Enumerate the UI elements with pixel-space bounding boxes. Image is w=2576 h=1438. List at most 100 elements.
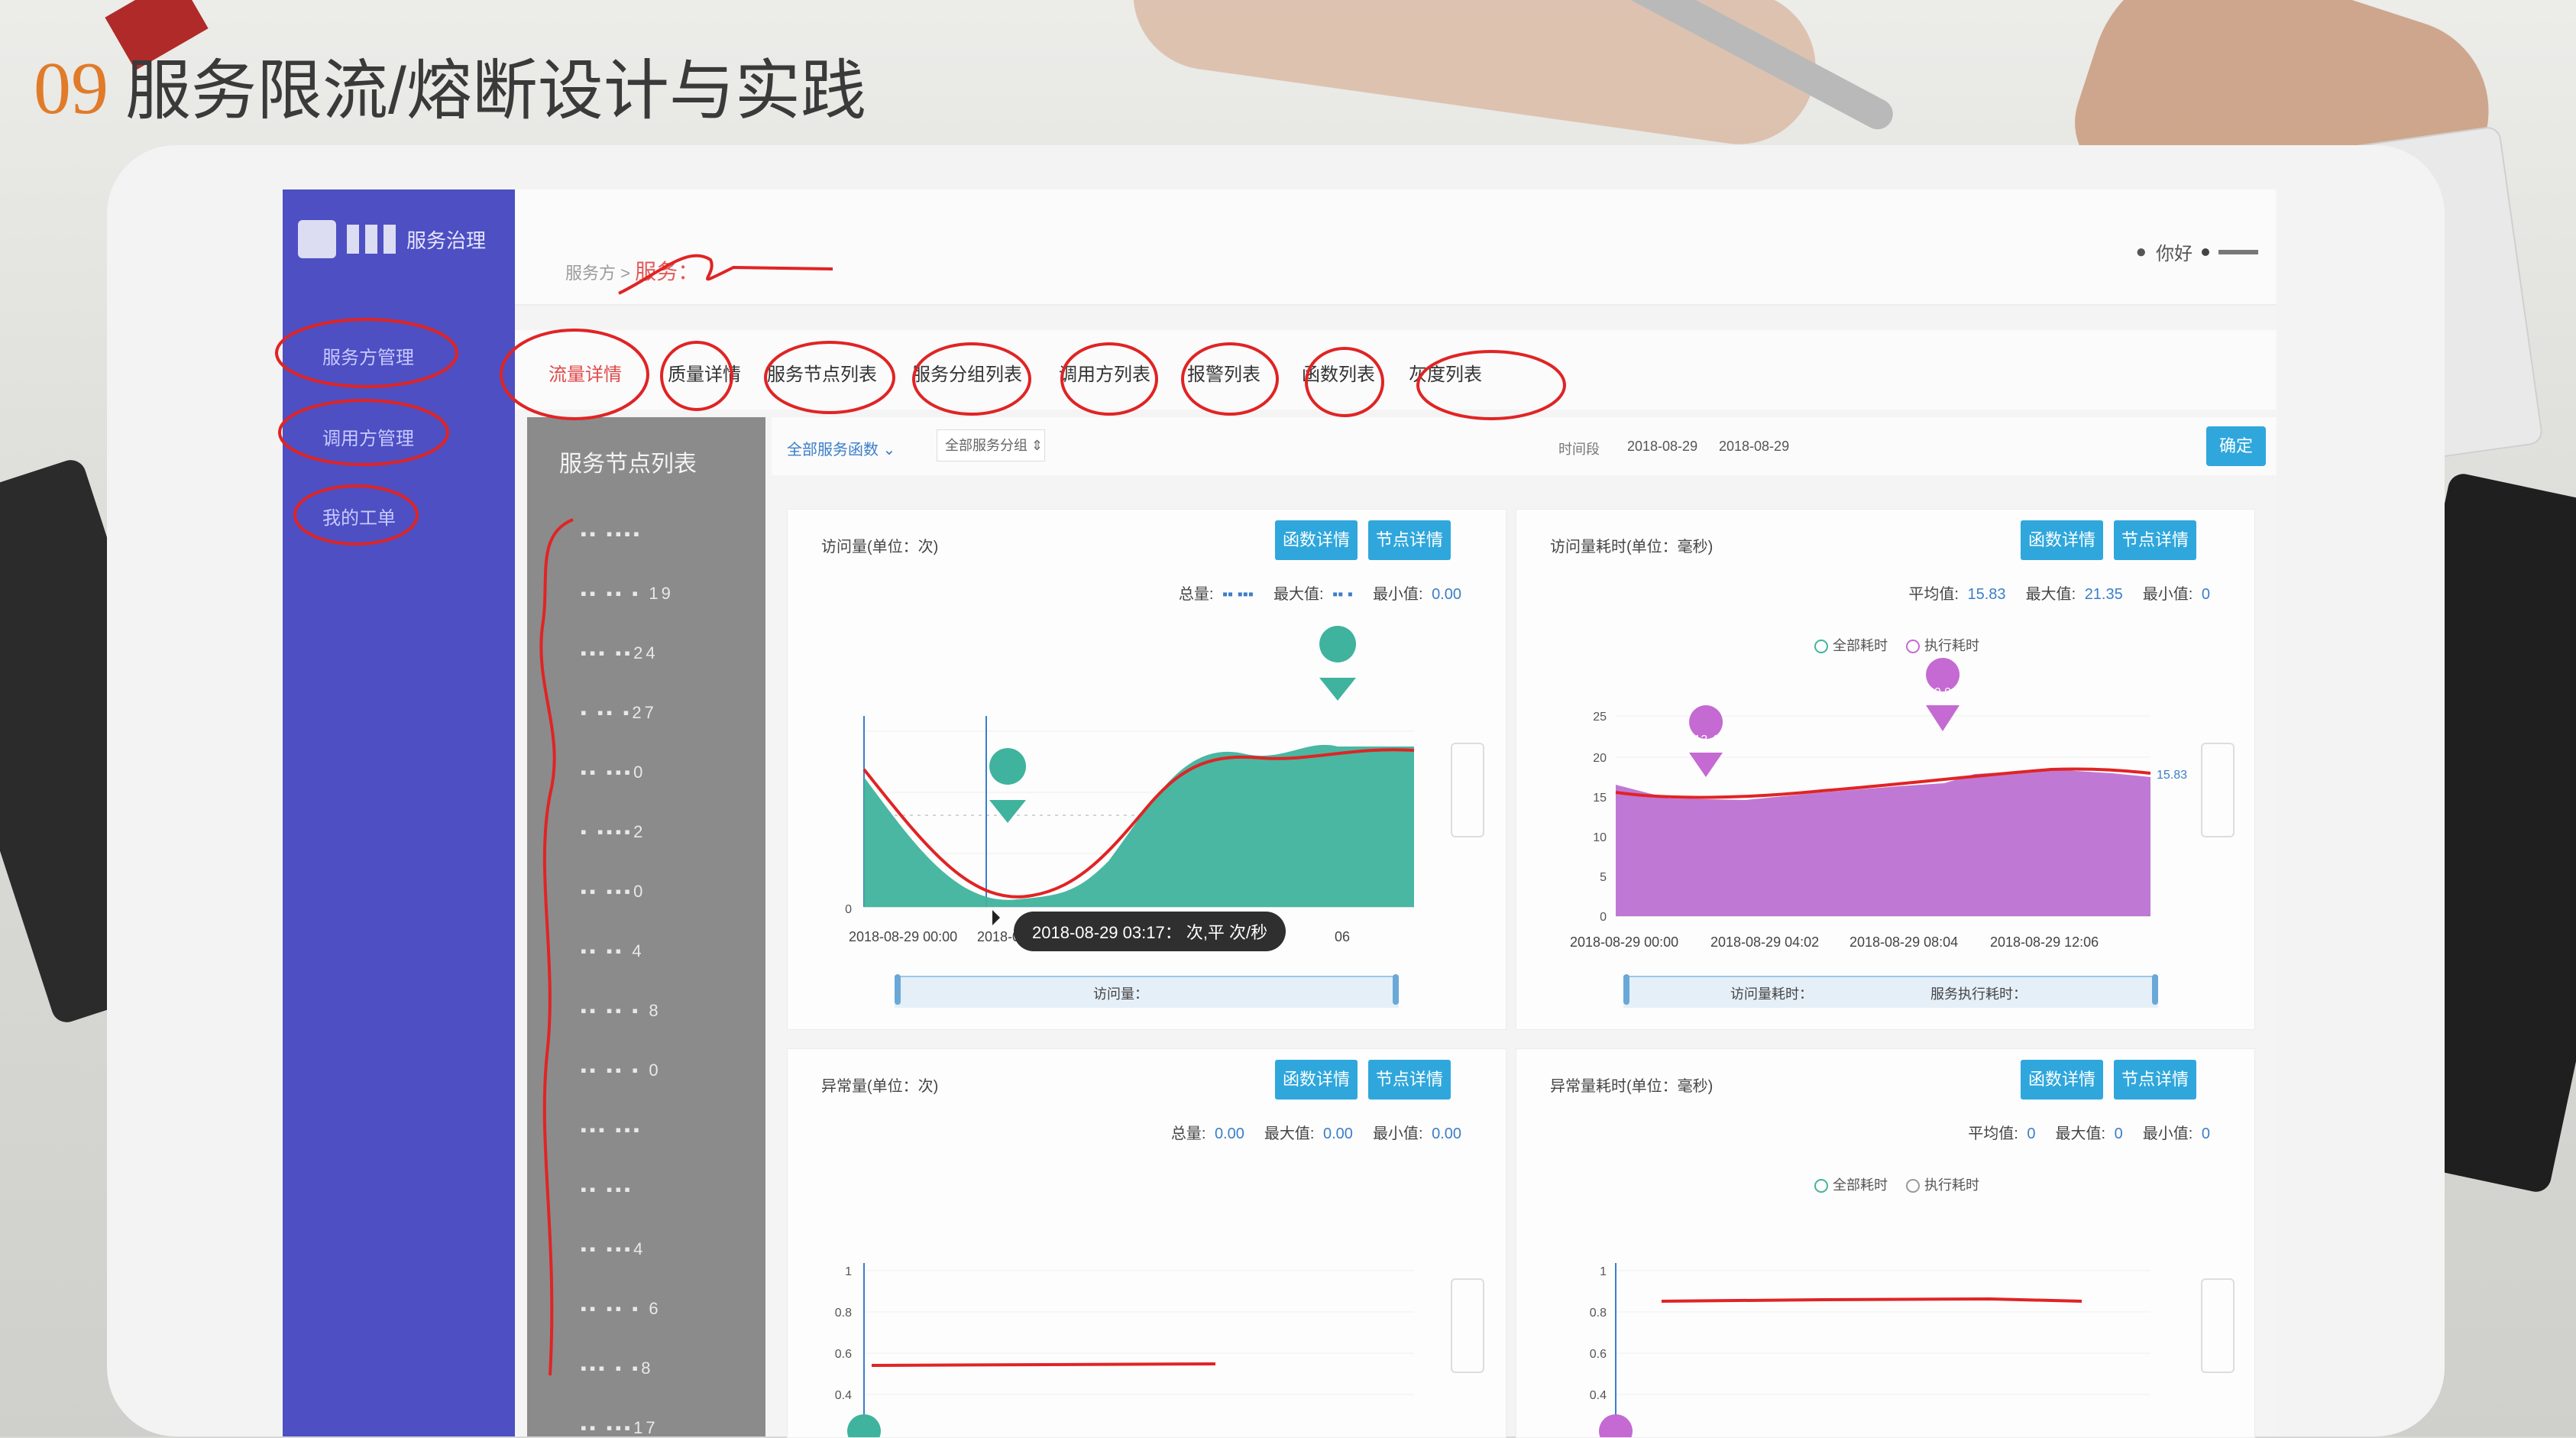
x-tick: 2018-08-29 08:04	[1849, 934, 1958, 950]
x-tick: 2018-08-29 12:06	[1990, 934, 2099, 950]
node-list-item[interactable]: ▪▪ ▪▪▪0	[581, 763, 646, 782]
scrubber-right-handle[interactable]	[1393, 974, 1399, 1005]
time-range-scrubber[interactable]	[1623, 974, 2158, 1008]
sidebar-item-provider[interactable]: 服务方管理	[322, 342, 414, 369]
breadcrumb-parent[interactable]: 服务方 >	[565, 264, 630, 283]
confirm-button[interactable]: 确定	[2206, 426, 2266, 466]
node-list-item[interactable]: ▪▪ ▪▪ ▪ 19	[581, 584, 674, 604]
node-list-panel: 服务节点列表 ▪▪ ▪▪▪▪ ▪▪ ▪▪ ▪ 19 ▪▪▪ ▪▪24 ▪ ▪▪ ▪27…	[527, 417, 765, 1438]
tab-quality[interactable]: 质量详情	[668, 359, 741, 386]
marker-icon	[1599, 1414, 1633, 1437]
avg-line-label: 15.83	[2157, 769, 2187, 782]
tab-alarms[interactable]: 报警列表	[1187, 359, 1260, 386]
min-marker-icon	[989, 748, 1027, 823]
node-list-item[interactable]: ▪▪ ▪▪▪	[581, 1180, 633, 1200]
tab-groups[interactable]: 服务分组列表	[912, 359, 1022, 386]
max-marker-icon	[1319, 626, 1357, 701]
node-list-item[interactable]: ▪▪ ▪▪ 4	[581, 941, 645, 961]
error-volume-chart[interactable]: 1 0.8 0.6 0.4	[788, 1049, 1506, 1437]
app-window: 服务治理 服务方管理 调用方管理 我的工单 服务方 > 服务： ● 你好 流量详…	[283, 189, 2277, 1438]
tab-bar: 流量详情 质量详情 服务节点列表 服务分组列表 调用方列表 报警列表 函数列表 …	[515, 330, 2277, 410]
node-list-item[interactable]: ▪▪▪ ▪▪▪	[581, 1120, 642, 1140]
node-list-item[interactable]: ▪▪▪ ▪ ▪8	[581, 1359, 653, 1378]
logo-bars-icon	[347, 225, 396, 254]
y-tick: 0.6	[835, 1348, 852, 1361]
logo-icon	[298, 220, 336, 258]
date-to-input[interactable]: 2018-08-29	[1719, 439, 1789, 455]
y-tick: 25	[1593, 711, 1607, 724]
logo-text: 服务治理	[406, 228, 487, 252]
logo: 服务治理	[298, 220, 486, 258]
tab-traffic[interactable]: 流量详情	[549, 359, 622, 386]
error-latency-chart[interactable]: 1 0.8 0.6 0.4	[1516, 1049, 2254, 1437]
access-volume-chart[interactable]: 0 2018-08-29 00:00 2018-08 06	[788, 510, 1506, 1029]
slide-title-text: 服务限流/熔断设计与实践	[125, 54, 866, 128]
y-tick: 0.4	[835, 1389, 852, 1402]
error-trend-line	[871, 1362, 1216, 1367]
node-list-title: 服务节点列表	[559, 452, 697, 477]
scrubber-legend-1: 访问量耗时：	[1730, 986, 1813, 1002]
y-tick: 0	[1600, 911, 1607, 924]
scrubber-left-handle[interactable]	[1623, 974, 1629, 1005]
user-icon: ●	[2135, 241, 2147, 262]
tab-nodes[interactable]: 服务节点列表	[767, 359, 877, 386]
node-list-item[interactable]: ▪▪ ▪▪ ▪ 6	[581, 1299, 662, 1319]
cursor-icon	[992, 910, 1000, 925]
download-icon[interactable]	[2201, 1278, 2235, 1373]
y-tick: 5	[1600, 871, 1607, 884]
marker-label: 13.4	[1694, 734, 1717, 747]
node-list-item[interactable]: ▪▪ ▪▪ ▪ 8	[581, 1001, 662, 1021]
download-icon[interactable]	[1451, 743, 1484, 837]
download-icon[interactable]	[2201, 743, 2235, 837]
y-tick: 20	[1593, 752, 1607, 765]
error-latency-trend-line	[1661, 1297, 2082, 1303]
tab-callers[interactable]: 调用方列表	[1059, 359, 1150, 386]
x-tick: 2018-08-29 00:00	[1570, 934, 1678, 950]
slide-title: 09 服务限流/熔断设计与实践	[34, 37, 866, 130]
function-select[interactable]: 全部服务函数 ⌄	[787, 437, 895, 459]
top-bar: 服务方 > 服务： ● 你好	[515, 189, 2277, 306]
sidebar-item-tickets[interactable]: 我的工单	[322, 503, 396, 530]
node-list-item[interactable]: ▪▪ ▪▪ ▪ 0	[581, 1061, 662, 1080]
node-list-item[interactable]: ▪▪ ▪▪▪4	[581, 1239, 646, 1259]
scrubber-left-handle[interactable]	[895, 974, 901, 1005]
card-error-latency: 异常量耗时(单位：毫秒) 函数详情 节点详情 平均值: 0 最大值: 0 最小值…	[1516, 1048, 2255, 1438]
tab-gray[interactable]: 灰度列表	[1409, 359, 1482, 386]
download-icon[interactable]	[1451, 1278, 1484, 1373]
latency-area	[1616, 769, 2150, 916]
tab-functions[interactable]: 函数列表	[1302, 359, 1375, 386]
node-list-item[interactable]: ▪▪▪ ▪▪24	[581, 643, 659, 663]
x-tick: 2018-08-29 00:00	[849, 929, 957, 944]
y-tick: 10	[1593, 831, 1607, 844]
y-tick: 0.8	[835, 1307, 852, 1320]
group-select[interactable]: 全部服务分组 ⇕	[937, 429, 1045, 462]
x-tick: 2018-08-29 04:02	[1710, 934, 1819, 950]
marker-icon	[847, 1414, 881, 1437]
chart-tooltip: 2018-08-29 03:17： 次,平 次/秒	[1014, 912, 1286, 951]
node-list-item[interactable]: ▪ ▪▪ ▪27	[581, 703, 657, 723]
breadcrumb: 服务方 > 服务：	[565, 255, 699, 286]
card-error-volume: 异常量(单位：次) 函数详情 节点详情 总量: 0.00 最大值: 0.00 最…	[787, 1048, 1506, 1438]
marker-label: 20.91	[1927, 686, 1958, 699]
volume-area	[864, 744, 1414, 907]
y-tick: 1	[1600, 1265, 1607, 1278]
node-list-item[interactable]: ▪▪ ▪▪▪0	[581, 882, 646, 902]
access-latency-chart[interactable]: 13.4 20.91 25 20 15 10 5 0 2018-08-29 00…	[1516, 510, 2254, 1029]
sidebar: 服务治理 服务方管理 调用方管理 我的工单	[283, 189, 515, 1436]
node-list-item[interactable]: ▪▪ ▪▪▪17	[581, 1418, 659, 1438]
y-tick: 1	[845, 1265, 852, 1278]
card-access-latency: 访问量耗时(单位：毫秒) 函数详情 节点详情 平均值: 15.83 最大值: 2…	[1516, 509, 2255, 1030]
user-menu[interactable]: ● 你好	[2135, 238, 2258, 265]
y-tick: 0.8	[1590, 1307, 1607, 1320]
y-tick: 0.6	[1590, 1348, 1607, 1361]
scrubber-legend: 访问量：	[1093, 986, 1148, 1002]
node-list-item[interactable]: ▪▪ ▪▪▪▪	[581, 524, 642, 544]
date-from-input[interactable]: 2018-08-29	[1627, 439, 1697, 455]
node-list-item[interactable]: ▪ ▪▪▪▪2	[581, 822, 646, 842]
breadcrumb-current: 服务：	[635, 260, 700, 283]
sidebar-item-caller[interactable]: 调用方管理	[322, 423, 414, 450]
y-tick: 15	[1593, 792, 1607, 805]
y-tick: 0.4	[1590, 1389, 1607, 1402]
scrubber-legend-2: 服务执行耗时：	[1930, 986, 2027, 1002]
scrubber-right-handle[interactable]	[2152, 974, 2158, 1005]
